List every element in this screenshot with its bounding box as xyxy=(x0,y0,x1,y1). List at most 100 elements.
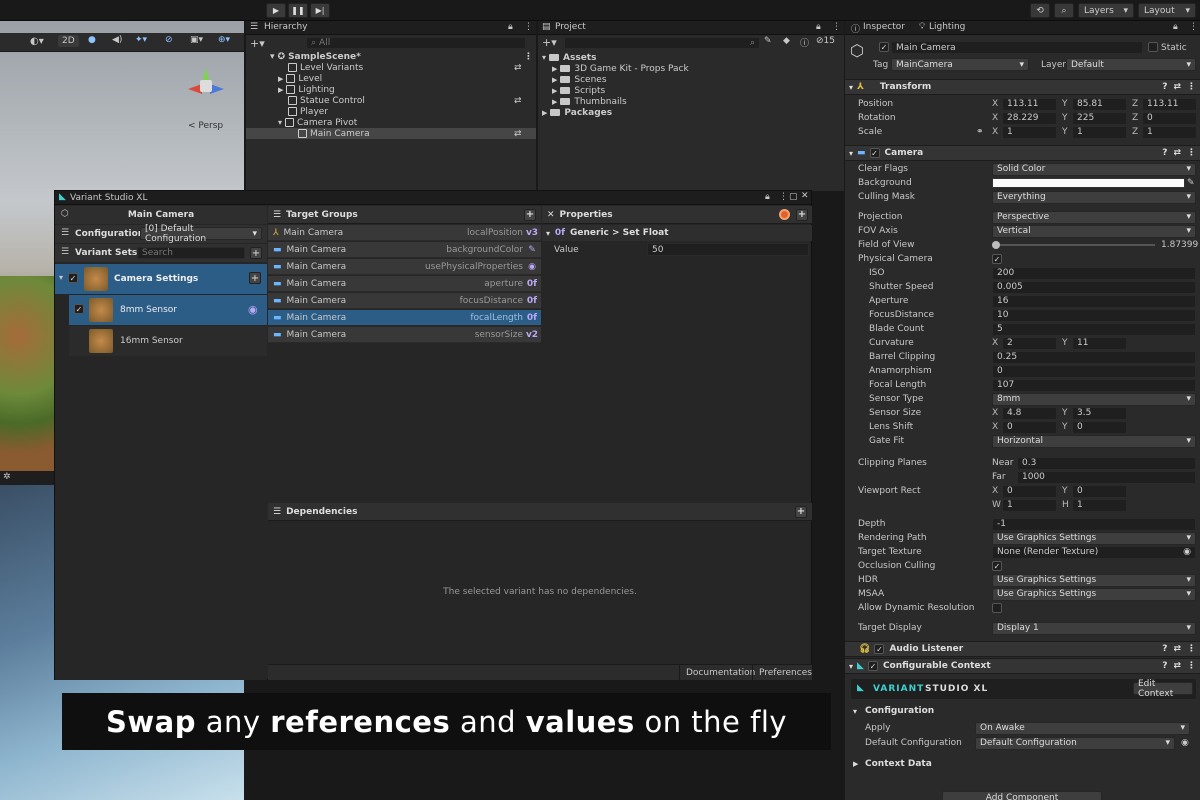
far-field[interactable]: 1000 xyxy=(1017,470,1196,484)
layer-dropdown[interactable]: Default ▾ xyxy=(1066,58,1196,71)
target-row[interactable]: ▬ Main Camera usePhysicalProperties ◉ xyxy=(268,259,541,275)
transform-component-header[interactable]: ▾ ⅄ Transform ? ⇄ ⋮ xyxy=(845,79,1200,95)
sensor-size-y[interactable]: 3.5 xyxy=(1072,406,1127,420)
effects-icon[interactable]: ✦▾ xyxy=(135,35,147,45)
background-color-swatch[interactable] xyxy=(992,178,1185,188)
tree-item[interactable]: Player xyxy=(246,106,536,117)
hierarchy-tab[interactable]: Hierarchy xyxy=(264,22,308,32)
camera-icon[interactable]: ▣▾ xyxy=(190,35,203,45)
play-button[interactable]: ▶ xyxy=(266,3,286,18)
expand-icon[interactable]: ▾ xyxy=(59,273,63,282)
gate-fit-dropdown[interactable]: Horizontal ▾ xyxy=(992,434,1196,448)
anamorphism-field[interactable]: 0 xyxy=(992,364,1196,378)
hierarchy-search[interactable]: ⌕ All xyxy=(306,37,526,49)
configuration-section[interactable]: ▾ Configuration xyxy=(845,704,1200,718)
menu-icon[interactable]: ⋮ xyxy=(832,22,841,32)
expand-icon[interactable]: ▾ xyxy=(849,83,853,92)
menu-icon[interactable]: ⋮ xyxy=(1187,661,1196,671)
sensor-size-x[interactable]: 4.8 xyxy=(1002,406,1057,420)
target-row[interactable]: ▬ Main Camera sensorSize v2 xyxy=(268,327,541,343)
menu-icon[interactable]: ⋮ xyxy=(779,192,788,202)
context-data-section[interactable]: ▶ Context Data xyxy=(845,757,1200,771)
project-search[interactable]: ⌕ xyxy=(564,37,760,49)
position-z[interactable]: 113.11 xyxy=(1142,97,1197,111)
rendering-path-dropdown[interactable]: Use Graphics Settings ▾ xyxy=(992,531,1196,545)
add-dependency-button[interactable]: + xyxy=(795,505,807,518)
apply-dropdown[interactable]: On Awake ▾ xyxy=(975,721,1190,735)
history-icon[interactable]: ⟲ xyxy=(1030,3,1050,18)
add-target-button[interactable]: + xyxy=(524,208,536,221)
layout-dropdown[interactable]: Layout ▾ xyxy=(1138,3,1196,18)
scale-y[interactable]: 1 xyxy=(1072,125,1127,139)
camera-component-header[interactable]: ▾ ▬ ✓ Camera ? ⇄ ⋮ xyxy=(845,145,1200,161)
iso-field[interactable]: 200 xyxy=(992,266,1196,280)
menu-icon[interactable]: ⋮ xyxy=(1187,148,1196,158)
scale-z[interactable]: 1 xyxy=(1142,125,1197,139)
tree-item[interactable]: ▶ Scripts xyxy=(538,85,844,96)
tree-item[interactable]: Statue Control ⇄ xyxy=(246,95,536,106)
help-icon[interactable]: ? xyxy=(1162,644,1167,654)
tree-item[interactable]: ▶ Level xyxy=(246,73,536,84)
expand-icon[interactable]: ▶ xyxy=(552,98,557,106)
dynamic-resolution-checkbox[interactable] xyxy=(992,603,1002,613)
viewport-x[interactable]: 0 xyxy=(1002,484,1057,498)
tree-item-assets[interactable]: ▾ Assets xyxy=(538,52,844,63)
expand-icon[interactable]: ▶ xyxy=(552,87,557,95)
barrel-clipping-field[interactable]: 0.25 xyxy=(992,350,1196,364)
object-name-field[interactable]: Main Camera xyxy=(891,41,1143,54)
physical-camera-checkbox[interactable]: ✓ xyxy=(992,254,1002,264)
viewport-w[interactable]: 1 xyxy=(1002,498,1057,512)
menu-icon[interactable]: ⋮ xyxy=(1189,22,1198,32)
help-icon[interactable]: ? xyxy=(1162,148,1167,158)
target-row[interactable]: ⅄ Main Camera localPosition v3 xyxy=(268,225,541,241)
camera-enabled-checkbox[interactable]: ✓ xyxy=(869,148,880,158)
variant-search-input[interactable]: Search xyxy=(137,247,245,259)
lock-icon[interactable]: 🔒︎ xyxy=(816,22,821,32)
audio-listener-checkbox[interactable]: ✓ xyxy=(874,644,885,654)
expand-icon[interactable]: ▾ xyxy=(853,707,857,716)
tree-item[interactable]: ▶ Thumbnails xyxy=(538,96,844,107)
add-property-button[interactable]: + xyxy=(796,208,808,221)
link-icon[interactable]: ⚭ xyxy=(976,127,984,137)
hdr-dropdown[interactable]: Use Graphics Settings ▾ xyxy=(992,573,1196,587)
position-x[interactable]: 113.11 xyxy=(1002,97,1057,111)
eyedropper-icon[interactable]: ✎ xyxy=(1187,178,1195,188)
target-texture-field[interactable]: None (Render Texture) ◉ xyxy=(992,545,1196,559)
light-icon[interactable]: ● xyxy=(88,35,96,45)
lens-shift-y[interactable]: 0 xyxy=(1072,420,1127,434)
sensor-type-dropdown[interactable]: 8mm ▾ xyxy=(992,392,1196,406)
orientation-gizmo-icon[interactable] xyxy=(186,66,226,106)
add-icon[interactable]: +▾ xyxy=(542,36,557,49)
persp-label[interactable]: < Persp xyxy=(188,121,223,131)
variant-8mm-sensor[interactable]: ✓ 8mm Sensor ◉ xyxy=(69,295,267,325)
lock-icon[interactable]: 🔒︎ xyxy=(508,22,513,32)
viewport-h[interactable]: 1 xyxy=(1072,498,1127,512)
configurable-context-header[interactable]: ▾ ◣ ✓ Configurable Context ? ⇄ ⋮ xyxy=(845,658,1200,674)
edit-context-button[interactable]: Edit Context xyxy=(1133,679,1193,699)
near-field[interactable]: 0.3 xyxy=(1017,456,1196,470)
lighting-tab[interactable]: Lighting xyxy=(929,22,965,32)
rotation-x[interactable]: 28.229 xyxy=(1002,111,1057,125)
default-config-dropdown[interactable]: Default Configuration ▾ xyxy=(975,736,1175,750)
expand-icon[interactable]: ▶ xyxy=(552,76,557,84)
preset-icon[interactable]: ⇄ xyxy=(1173,148,1181,158)
rotation-z[interactable]: 0 xyxy=(1142,111,1197,125)
menu-icon[interactable]: ⋮ xyxy=(524,52,533,62)
property-group[interactable]: ▾ 0f Generic > Set Float xyxy=(542,225,812,241)
expand-icon[interactable]: ▾ xyxy=(542,53,546,62)
expand-icon[interactable]: ▾ xyxy=(278,118,282,127)
help-icon[interactable]: ? xyxy=(1162,661,1167,671)
expand-icon[interactable]: ▾ xyxy=(849,149,853,158)
curvature-y[interactable]: 11 xyxy=(1072,336,1127,350)
add-component-button[interactable]: Add Component xyxy=(942,791,1102,800)
tree-item-packages[interactable]: ▶ Packages xyxy=(538,107,844,118)
target-row[interactable]: ▬ Main Camera aperture 0f xyxy=(268,276,541,292)
target-row[interactable]: ▬ Main Camera backgroundColor ✎ xyxy=(268,242,541,258)
add-icon[interactable]: +▾ xyxy=(250,37,265,50)
step-button[interactable]: ▶| xyxy=(310,3,330,18)
target-row[interactable]: ▬ Main Camera focusDistance 0f xyxy=(268,293,541,309)
set-enabled-checkbox[interactable]: ✓ xyxy=(68,273,78,283)
tag-dropdown[interactable]: MainCamera ▾ xyxy=(891,58,1029,71)
target-row-selected[interactable]: ▬ Main Camera focalLength 0f xyxy=(268,310,541,326)
lock-icon[interactable]: 🔒︎ xyxy=(1173,22,1178,32)
